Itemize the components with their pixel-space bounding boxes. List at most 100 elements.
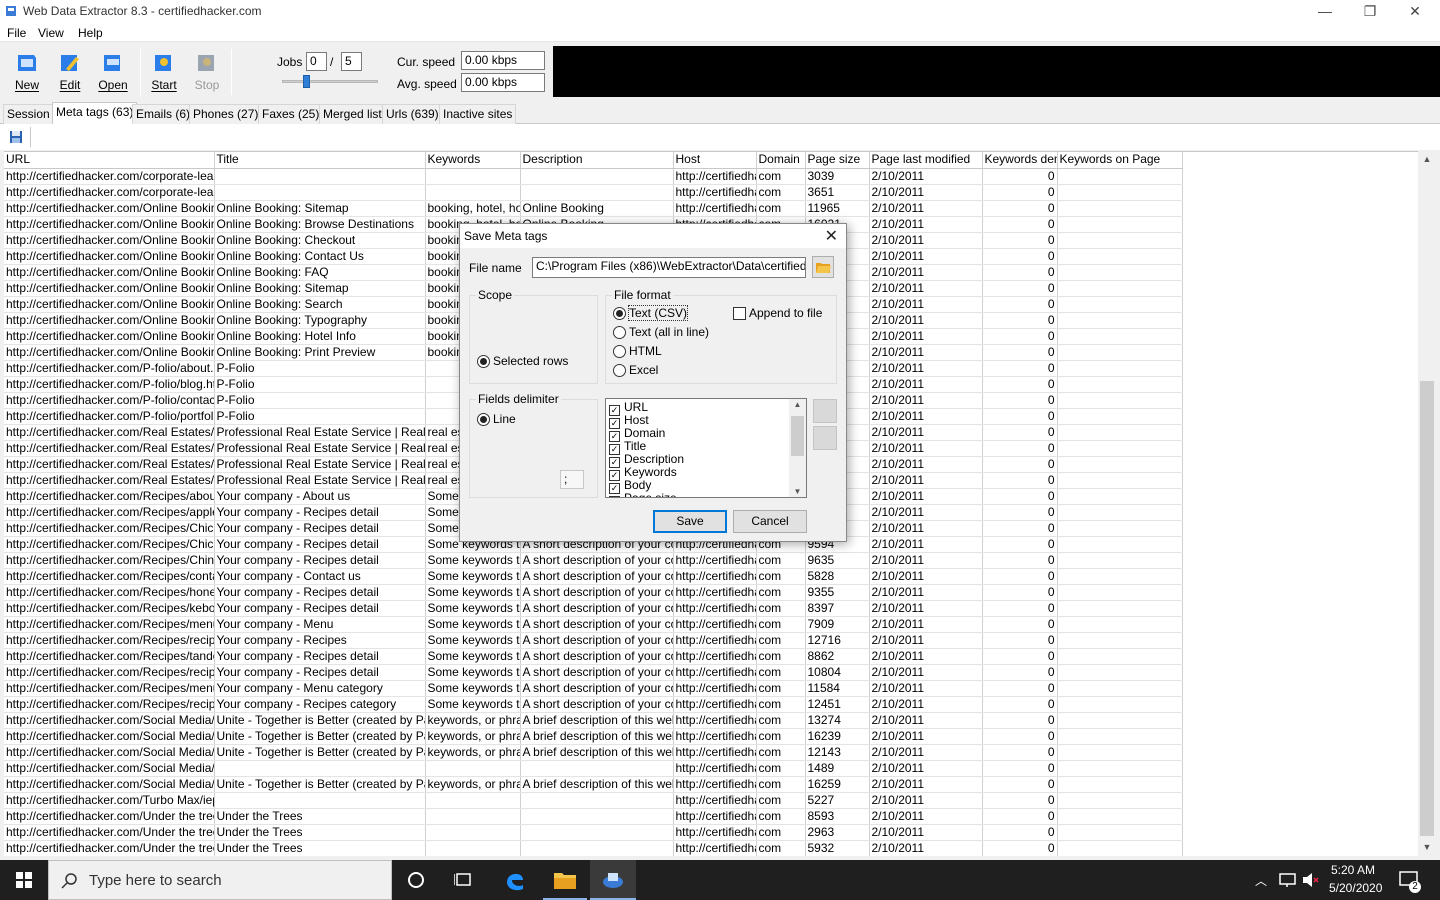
dialog-close-icon[interactable]: ✕: [825, 226, 838, 246]
delimiter-char-input[interactable]: ;: [560, 470, 584, 489]
column-header[interactable]: Keywords: [425, 152, 521, 169]
file-name-input[interactable]: C:\Program Files (x86)\WebExtractor\Data…: [532, 257, 806, 278]
move-down-button[interactable]: [813, 426, 837, 450]
table-cell: [214, 184, 426, 201]
cancel-button[interactable]: Cancel: [733, 510, 807, 533]
save-icon[interactable]: [9, 130, 23, 144]
table-row[interactable]: http://certifiedhacker.com/Social Media/…: [4, 744, 1183, 761]
menu-file[interactable]: File: [7, 26, 26, 40]
clock-date[interactable]: 5/20/2020: [1329, 881, 1382, 895]
table-row[interactable]: http://certifiedhacker.com/Recipes/honey…: [4, 584, 1183, 601]
column-header[interactable]: Page last modified: [869, 152, 983, 169]
list-scroll-up-icon[interactable]: ▲: [789, 400, 806, 409]
table-row[interactable]: http://certifiedhacker.com/Recipes/kebob…: [4, 600, 1183, 617]
network-icon[interactable]: [1279, 872, 1296, 888]
format-html-radio[interactable]: HTML: [613, 344, 662, 358]
jobs-max-field[interactable]: 5: [341, 52, 362, 71]
table-row[interactable]: http://certifiedhacker.com/Recipes/conta…: [4, 568, 1183, 585]
task-view-icon[interactable]: [454, 871, 473, 889]
table-row[interactable]: http://certifiedhacker.com/Recipes/recip…: [4, 696, 1183, 713]
fields-list[interactable]: ✓ URL ✓ Host ✓ Domain ✓ Title ✓ Description ✓ Keywo…: [605, 398, 807, 498]
clock-time[interactable]: 5:20 AM: [1331, 863, 1375, 877]
tab-urls[interactable]: Urls (639): [382, 104, 443, 124]
table-cell: 2/10/2011: [869, 696, 983, 713]
table-row[interactable]: http://certifiedhacker.com/corporate-lea…: [4, 184, 1183, 201]
browse-button[interactable]: [812, 256, 834, 278]
list-scroll-thumb[interactable]: [791, 416, 804, 456]
scroll-thumb[interactable]: [1420, 381, 1434, 836]
minimize-button[interactable]: —: [1302, 0, 1348, 24]
scroll-up-icon[interactable]: ▲: [1418, 151, 1436, 168]
edge-browser-icon[interactable]: [504, 868, 526, 892]
scope-selected-rows-radio[interactable]: Selected rows: [477, 354, 568, 368]
tab-session[interactable]: Session: [3, 104, 54, 124]
table-cell: com: [756, 600, 806, 617]
list-scroll-down-icon[interactable]: ▼: [789, 487, 806, 496]
tab-meta-tags[interactable]: Meta tags (63): [52, 102, 138, 125]
column-header[interactable]: Description: [520, 152, 674, 169]
tab-emails[interactable]: Emails (6): [132, 104, 195, 124]
edit-button[interactable]: Edit: [50, 51, 90, 97]
taskbar-search-box[interactable]: Type here to search: [48, 860, 392, 900]
table-row[interactable]: http://certifiedhacker.com/Social Media/…: [4, 712, 1183, 729]
append-to-file-checkbox[interactable]: Append to file: [733, 306, 822, 320]
delimiter-line-radio[interactable]: Line: [477, 412, 516, 426]
table-row[interactable]: http://certifiedhacker.com/Recipes/recip…: [4, 664, 1183, 681]
web-data-extractor-taskbar-button[interactable]: [590, 860, 636, 900]
tab-merged-list[interactable]: Merged list: [319, 104, 386, 124]
cortana-icon[interactable]: [407, 871, 425, 889]
menu-help[interactable]: Help: [78, 26, 103, 40]
table-row[interactable]: http://certifiedhacker.com/corporate-lea…: [4, 168, 1183, 185]
table-row[interactable]: http://certifiedhacker.com/Social Media/…: [4, 728, 1183, 745]
format-excel-radio[interactable]: Excel: [613, 363, 658, 377]
table-row[interactable]: http://certifiedhacker.com/Under the tre…: [4, 840, 1183, 856]
jobs-slider-thumb[interactable]: [303, 75, 310, 88]
column-header[interactable]: Keywords on Page: [1057, 152, 1183, 169]
table-row[interactable]: http://certifiedhacker.com/Under the tre…: [4, 808, 1183, 825]
menu-view[interactable]: View: [38, 26, 64, 40]
save-button[interactable]: Save: [653, 510, 727, 533]
table-row[interactable]: http://certifiedhacker.com/Recipes/tando…: [4, 648, 1183, 665]
column-header[interactable]: Host: [673, 152, 757, 169]
scroll-down-icon[interactable]: ▼: [1418, 839, 1436, 856]
jobs-current-field[interactable]: 0: [306, 52, 327, 71]
fields-list-scrollbar[interactable]: ▲ ▼: [789, 399, 806, 497]
new-button[interactable]: New: [7, 51, 47, 97]
volume-muted-icon[interactable]: [1302, 872, 1319, 888]
table-row[interactable]: http://certifiedhacker.com/Recipes/recip…: [4, 632, 1183, 649]
jobs-slider-track[interactable]: [282, 80, 378, 83]
tab-phones[interactable]: Phones (27): [189, 104, 263, 124]
file-explorer-taskbar-button[interactable]: [543, 860, 587, 900]
table-row[interactable]: http://certifiedhacker.com/Recipes/Chine…: [4, 552, 1183, 569]
field-checkbox-item[interactable]: ✓Page size: [606, 492, 788, 497]
open-button[interactable]: Open: [93, 51, 133, 97]
stop-button[interactable]: Stop: [187, 51, 227, 97]
table-row[interactable]: http://certifiedhacker.com/Social Media/…: [4, 776, 1183, 793]
column-header[interactable]: Keywords dens: [982, 152, 1058, 169]
table-row[interactable]: http://certifiedhacker.com/Recipes/menu-…: [4, 680, 1183, 697]
tray-overflow-icon[interactable]: ︿: [1255, 872, 1267, 889]
tab-inactive-sites[interactable]: Inactive sites: [439, 104, 517, 124]
column-header[interactable]: URL: [4, 152, 215, 169]
table-row[interactable]: http://certifiedhacker.com/Recipes/menu.…: [4, 616, 1183, 633]
format-csv-radio[interactable]: Text (CSV): [613, 305, 689, 321]
column-header[interactable]: Domain: [756, 152, 806, 169]
start-button[interactable]: Start: [144, 51, 184, 97]
table-row[interactable]: http://certifiedhacker.com/Online Bookin…: [4, 200, 1183, 217]
table-row[interactable]: http://certifiedhacker.com/Turbo Max/iep…: [4, 792, 1183, 809]
column-header[interactable]: Page size: [805, 152, 870, 169]
grid-vertical-scrollbar[interactable]: ▲ ▼: [1418, 151, 1436, 856]
close-button[interactable]: ✕: [1392, 0, 1438, 24]
maximize-button[interactable]: ❐: [1347, 0, 1393, 24]
move-up-button[interactable]: [813, 399, 837, 423]
table-cell: 2/10/2011: [869, 808, 983, 825]
windows-start-icon[interactable]: [16, 872, 32, 888]
table-cell: com: [756, 728, 806, 745]
table-cell: 8593: [805, 808, 870, 825]
table-row[interactable]: http://certifiedhacker.com/Social Media/…: [4, 760, 1183, 777]
tab-faxes[interactable]: Faxes (25): [258, 104, 324, 124]
column-header[interactable]: Title: [214, 152, 426, 169]
table-cell: 16239: [805, 728, 870, 745]
table-row[interactable]: http://certifiedhacker.com/Under the tre…: [4, 824, 1183, 841]
format-text-inline-radio[interactable]: Text (all in line): [613, 325, 709, 339]
